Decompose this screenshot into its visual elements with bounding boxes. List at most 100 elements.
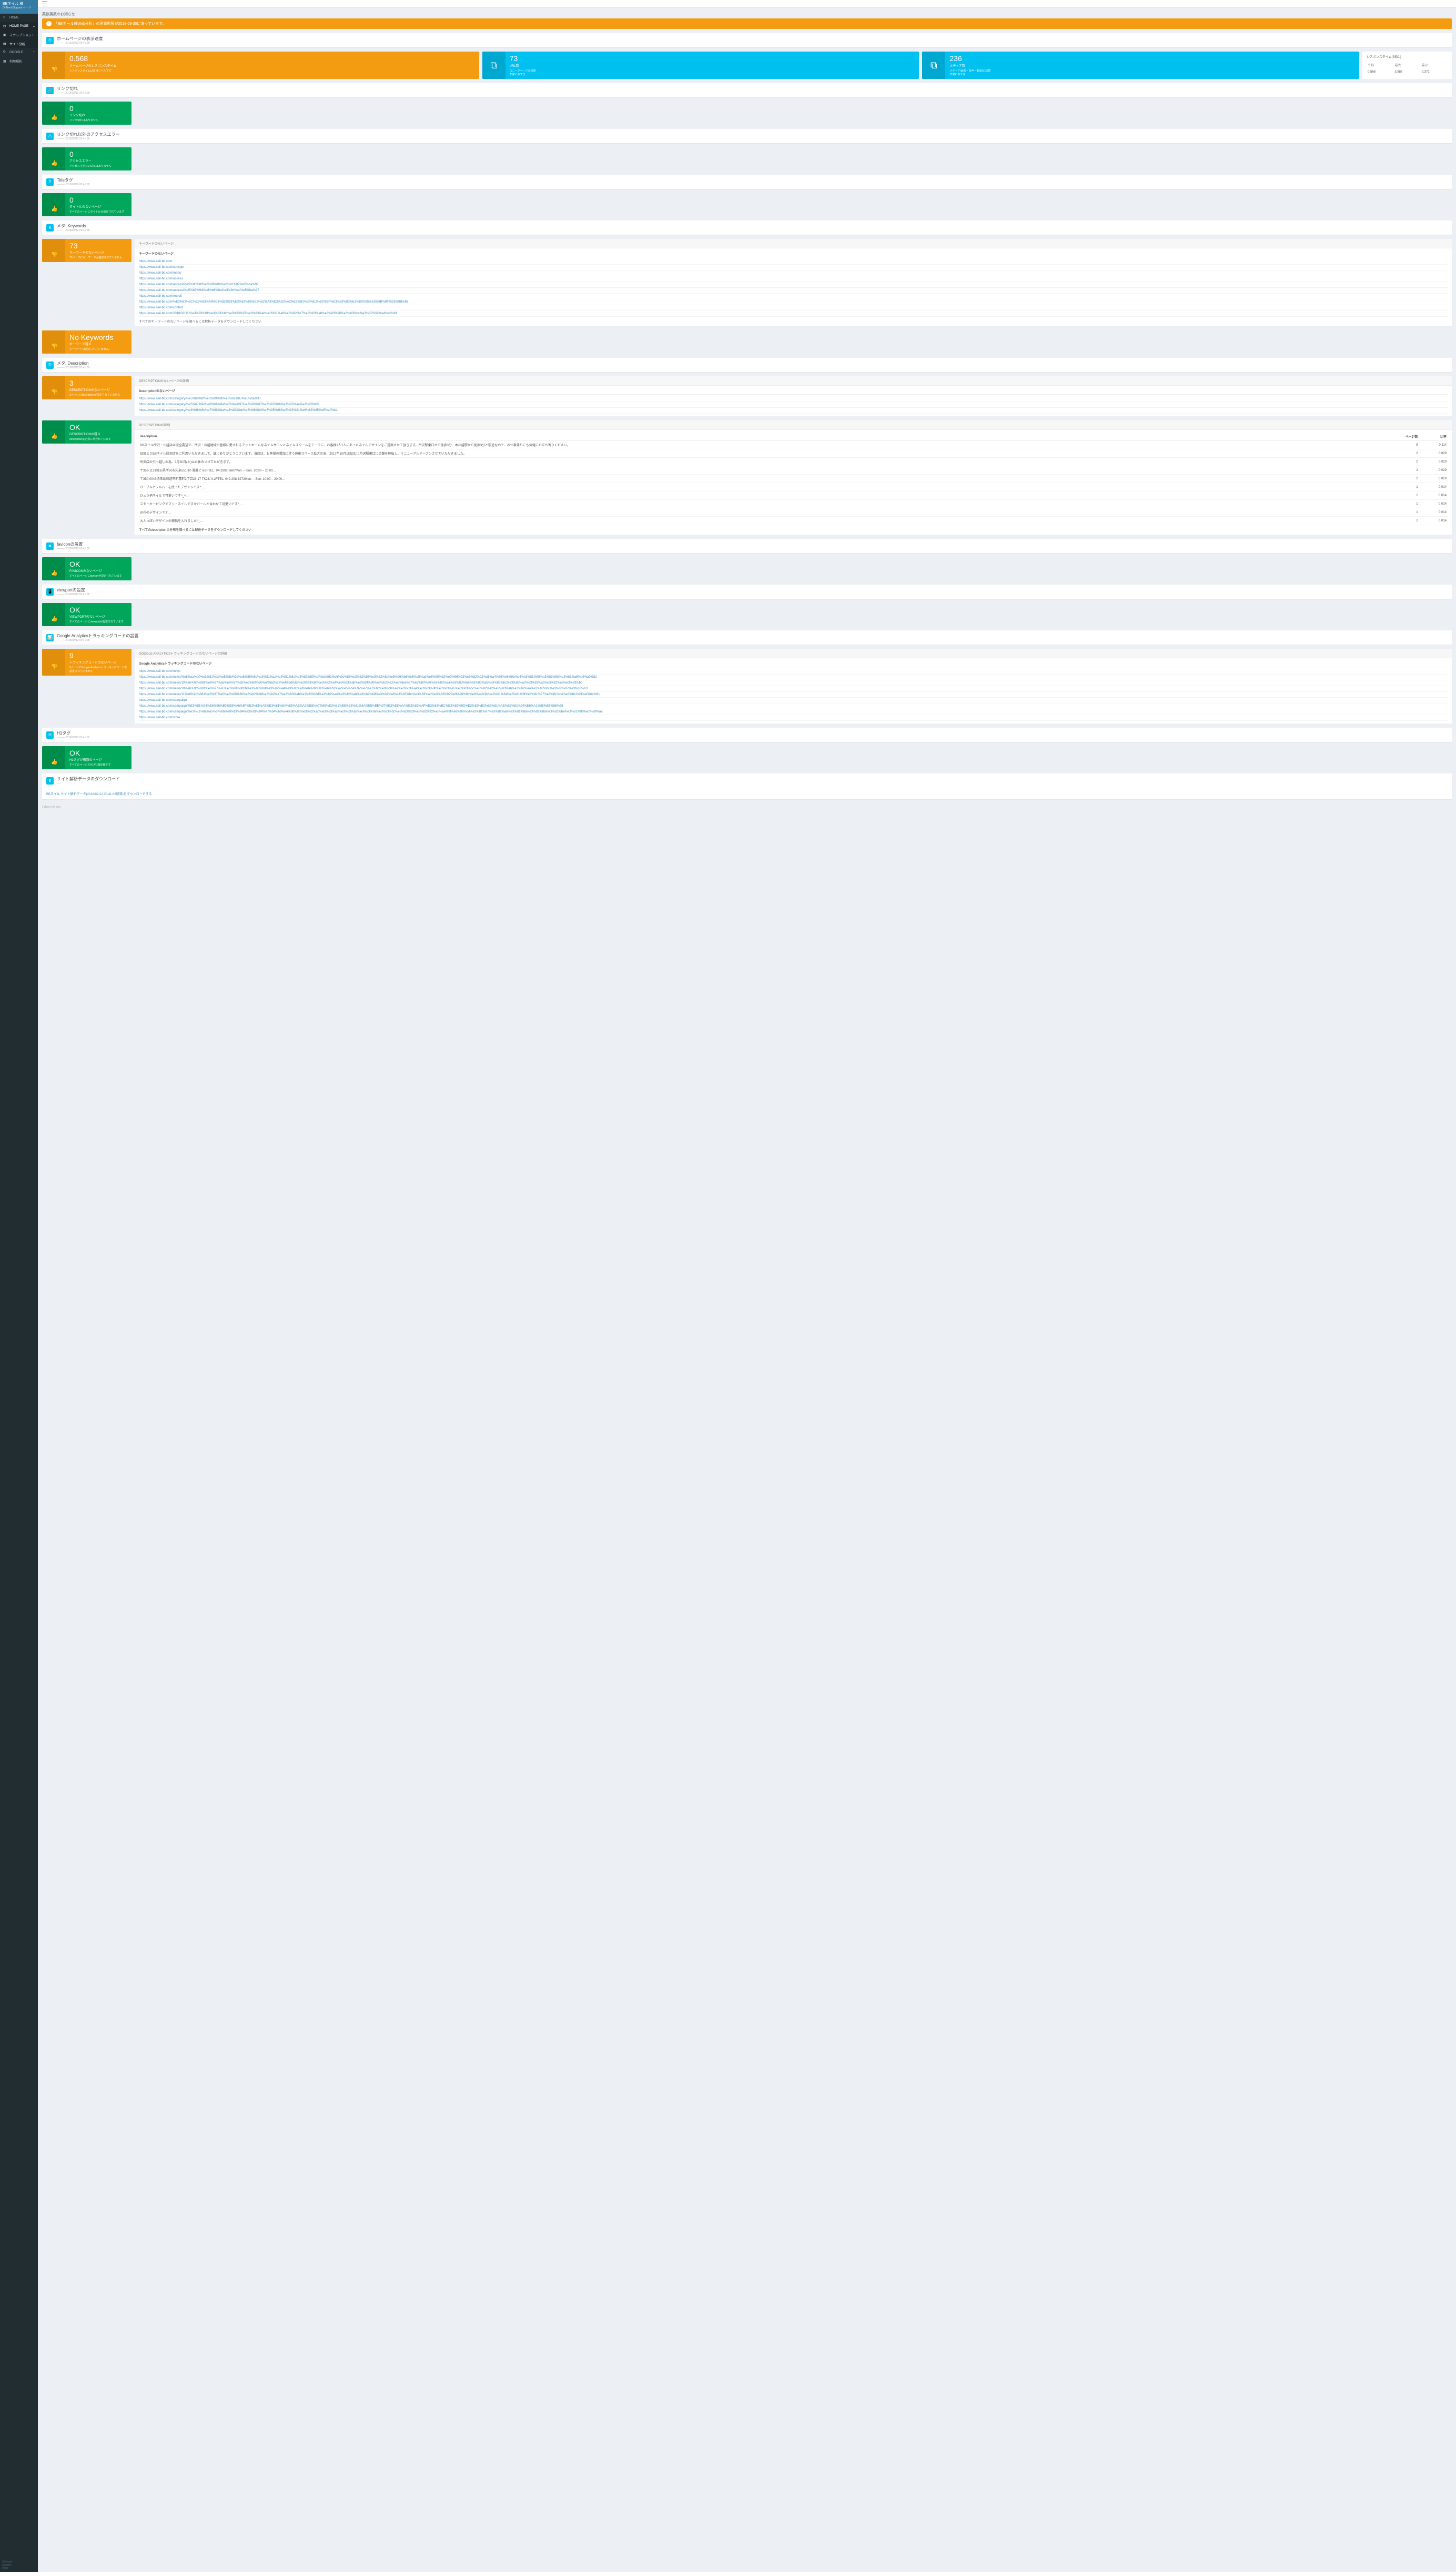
nav-item[interactable]: ⌂HOME: [0, 14, 38, 22]
title-stat: 0 タイトルのないページ すべてのページにタイトルが設定されています: [42, 193, 132, 216]
info-box: 0.568ホームページのレスポンスタイムレスポンスタイムは妥当レベルです: [42, 52, 479, 79]
alert-icon: !: [46, 21, 52, 26]
speed-section-icon: ⏱: [46, 37, 54, 44]
link-broken-stat: 0 リンク切れ リンク切れはありません: [42, 102, 132, 125]
section-icon: ⚠: [46, 133, 54, 140]
table-row: 〒350-0043埼玉県川越市新富町2丁目23-17 TK2ビル2FTEL: 0…: [139, 475, 1448, 483]
nav-item[interactable]: ▤サイト分析: [0, 39, 38, 48]
link-item[interactable]: https://www.nail-bb.com/2018/02/11/%e3%8…: [139, 311, 1448, 317]
sidebar-footer: OhNeed Support Page: [0, 2558, 38, 2572]
no-keywords-stat: No Keywords キーワード種 0 キーワードは設定されていません。: [42, 330, 132, 354]
nav-item[interactable]: GGOOGLE+: [0, 48, 38, 57]
section-icon: K: [46, 224, 54, 232]
table-row: 大人っぽいデザインの親指を入れました^_…10.014: [139, 517, 1448, 525]
link-item[interactable]: https://www.nail-bb.com/recruit: [139, 294, 1448, 299]
table-row: 日頃よりBBネイル所沢店をご利用いただきまして、誠にありがとうございます。当店は…: [139, 449, 1448, 458]
section-icon: 📊: [46, 634, 54, 641]
ga-stat: 9 トラッキングコードのないページ 9ページにGoogle Analyticsト…: [42, 649, 132, 676]
link-item[interactable]: https://www.nail-bb.com/concept: [139, 265, 1448, 270]
speed-section: ⏱ ホームページの表示速度 ——— 2018/02/12 00:41:08: [42, 33, 1452, 47]
link-item[interactable]: https://www.nail-bb.com/news/11%e6%9c%88…: [139, 692, 1448, 698]
menu-toggle-icon[interactable]: [42, 1, 47, 6]
link-item[interactable]: https://www.nail-bb.com/access: [139, 276, 1448, 282]
doc-icon: ▦: [3, 59, 7, 64]
access-error-stat: 0 アクセスエラー アクセスできないURLはありません: [42, 147, 132, 170]
link-item[interactable]: https://www.nail-bb.com/category/%e5%b7%…: [139, 402, 1448, 408]
desc-ok-stat: OK DESCRIPTIONの種 3 descriptionは正常に分かれていま…: [42, 420, 132, 444]
alert-text: 「BBネール様Web分析」の更新期限が2018-03-30に迫っています。: [54, 21, 166, 26]
link-item[interactable]: https://www.nail-bb.com/news/10%e6%9c%88…: [139, 686, 1448, 692]
section-icon: 🔗: [46, 87, 54, 94]
link-item[interactable]: https://www.nail-bb.com/campaign: [139, 698, 1448, 704]
section-icon: T: [46, 178, 54, 186]
thumb-up-icon: [51, 110, 56, 116]
brand-sub: OhNeed Support ページ: [3, 6, 35, 10]
link-item[interactable]: https://www.nail-bb.com/menu: [139, 270, 1448, 276]
alerts-section-title: 英数英数のお知らせ: [42, 12, 1452, 17]
link-item[interactable]: https://www.nail-bb.com/news/10%e6%9c%88…: [139, 680, 1448, 686]
brand-header: BBネイル 様 OhNeed Support ページ: [0, 0, 38, 14]
nav-item[interactable]: ◷HOME PAGE▾: [0, 22, 38, 31]
link-item[interactable]: https://www.nail-bb.com/access/%e5%b7%9d…: [139, 288, 1448, 294]
footer-brand: Ohneed Inc.: [42, 803, 1452, 811]
thumb-down-icon: [51, 339, 56, 345]
content: 英数英数のお知らせ ! 「BBネール様Web分析」の更新期限が2018-03-3…: [38, 0, 1456, 2572]
brand-title: BBネイル 様: [3, 2, 35, 6]
table-row: 〒359-1131埼玉県所沢市久米551-10 湯藤ビル3FTEL: 04-29…: [139, 466, 1448, 475]
section-icon: D: [46, 361, 54, 369]
table-row: BBネイル所沢・川越店は完全要望で、所沢・川越地域の皆様に愛されるアットホームな…: [139, 441, 1448, 449]
thumb-up-icon: [51, 429, 56, 435]
thumb-down-icon: [51, 385, 56, 390]
link-item[interactable]: https://www.nail-bb.com/%E3%83%9C%E3%83%…: [139, 299, 1448, 305]
section-icon: ⬇: [46, 777, 54, 785]
favicon-stat: OK FAVICONのないページ すべてのページにfaviconが設定されていま…: [42, 557, 132, 580]
section-icon: 📱: [46, 588, 54, 596]
caret-icon: ▾: [33, 25, 35, 28]
nav-item[interactable]: ▣スナップショット: [0, 31, 38, 39]
keywords-detail: キーワードのないページ キーワードのないページ https://www.nail…: [135, 239, 1452, 326]
nav-item[interactable]: ▦利用規約: [0, 57, 38, 66]
chart-icon: ▤: [3, 42, 7, 46]
thumb-down-icon: [51, 63, 56, 68]
nav-list: ⌂HOME◷HOME PAGE▾▣スナップショット▤サイト分析GGOOGLE+▦…: [0, 14, 38, 66]
table-row: 所沢店の引っ越しの為、9月30日(土)はお休みさせてただきます。20.029: [139, 458, 1448, 466]
thumb-up-icon: [51, 755, 56, 760]
link-item[interactable]: https://www.nail-bb.com/contact: [139, 305, 1448, 311]
desc-ok-detail: DESCRIPTIONの詳細 descriptionページ数比率BBネイル所沢・…: [135, 420, 1452, 535]
link-item[interactable]: https://www.nail-bb.com/store: [139, 715, 1448, 721]
thumb-down-icon: [51, 660, 56, 665]
section-icon: ★: [46, 542, 54, 550]
link-item[interactable]: https://www.nail-bb.com/campaign/%e3%81%…: [139, 709, 1448, 715]
topbar: [38, 0, 1456, 7]
download-link[interactable]: BBネイル サイト解析データ(2018/02/12 00:41:08取得)をダウ…: [46, 793, 152, 796]
speed-row: 0.568ホームページのレスポンスタイムレスポンスタイムは妥当レベルです⧉73U…: [42, 52, 1452, 79]
info-box: ⧉73URL数ユニークページの総数非常に多すぎ: [482, 52, 919, 79]
link-item[interactable]: https://www.nail-bb.com/campaign/%E3%81%…: [139, 704, 1448, 709]
link-item[interactable]: https://www.nail-bb.com/category/%e5%b0%…: [139, 396, 1448, 402]
table-row: お花のデザインです…10.014: [139, 508, 1448, 517]
ga-detail: GOOGLE ANALYTICSトラッキングコードのないページの詳細 Googl…: [135, 649, 1452, 724]
sidebar: BBネイル 様 OhNeed Support ページ ⌂HOME◷HOME PA…: [0, 0, 38, 2572]
table-row: ひょう柄ネイルで可愛いです^_^…10.014: [139, 491, 1448, 500]
link-item[interactable]: https://www.nail-bb.com/news/%e8%aa%a0%e…: [139, 675, 1448, 680]
link-broken-section: 🔗 リンク切れ ——— 2018/02/12 00:41:08: [42, 83, 1452, 97]
link-item[interactable]: https://www.nail-bb.com: [139, 259, 1448, 265]
viewport-stat: OK VIEWPORTのないページ すべてのページにviewportが設定されて…: [42, 603, 132, 626]
camera-icon: ▣: [3, 33, 7, 37]
table-row: パープルとシルバーを使ったデザインです^_…10.014: [139, 483, 1448, 491]
sitemap-icon: ⧉: [490, 60, 497, 71]
h1-stat: OK H1タグが複数のページ すべてのページでH1が1個定義です: [42, 746, 132, 769]
section-icon: H: [46, 731, 54, 739]
thumb-up-icon: [51, 612, 56, 617]
desc-detail: DESCRIPTIONのないページの詳細 Descriptionのないページ h…: [135, 376, 1452, 416]
caret-icon: +: [33, 51, 35, 54]
thumb-up-icon: [51, 156, 56, 162]
thumb-up-icon: [51, 202, 56, 207]
link-item[interactable]: https://www.nail-bb.com/news: [139, 669, 1448, 675]
thumb-up-icon: [51, 566, 56, 571]
link-item[interactable]: https://www.nail-bb.com/category/%e9%96%…: [139, 408, 1448, 414]
response-table: レスポンスタイム(SEC.) 平均 最大 最小 0.568 3.587 0.37…: [1362, 52, 1452, 79]
alert-banner: ! 「BBネール様Web分析」の更新期限が2018-03-30に迫っています。: [42, 18, 1452, 29]
link-item[interactable]: https://www.nail-bb.com/access/%e5%b0%8f…: [139, 282, 1448, 288]
speed-title: ホームページの表示速度: [57, 36, 103, 42]
